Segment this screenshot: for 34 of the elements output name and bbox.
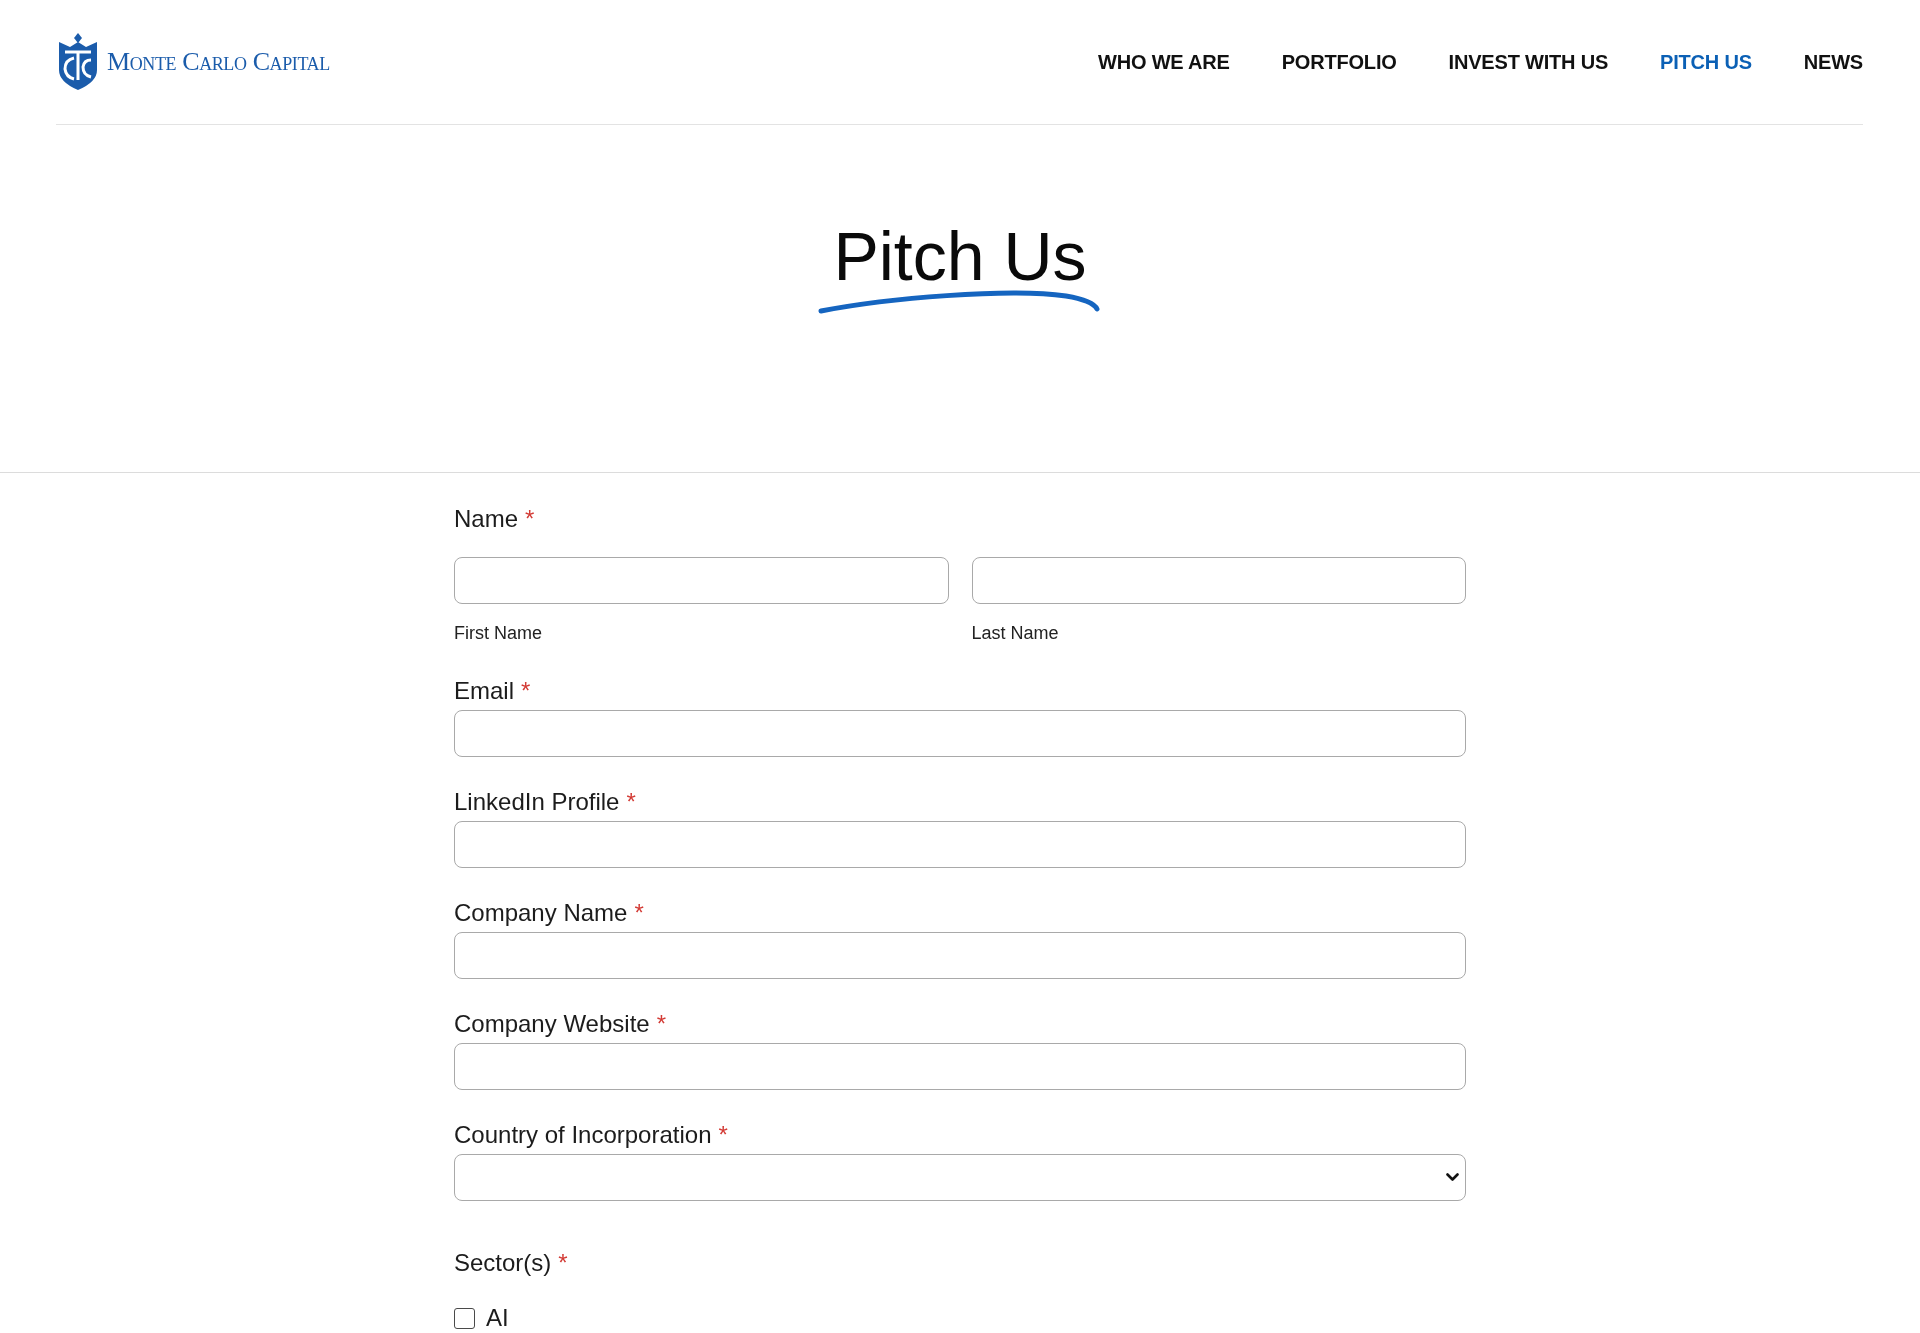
logo-icon[interactable] <box>56 33 100 91</box>
field-label: Company Website <box>454 1009 650 1039</box>
nav-link[interactable]: PITCH US <box>1660 49 1752 75</box>
dropdown-field[interactable] <box>454 1154 1466 1201</box>
field-label: Name <box>454 504 519 534</box>
checkbox[interactable] <box>454 1307 475 1329</box>
input-field[interactable] <box>454 821 1466 868</box>
field-label: Sector(s) <box>454 1248 552 1278</box>
input-field[interactable] <box>971 557 1466 604</box>
chevron-down-icon <box>1446 1173 1459 1182</box>
required-mark: * <box>718 1120 728 1150</box>
field-caption: Last Name <box>971 622 1059 645</box>
field-label: LinkedIn Profile <box>454 787 620 817</box>
input-field[interactable] <box>454 557 949 604</box>
input-field[interactable] <box>454 1043 1466 1090</box>
input-field[interactable] <box>454 710 1466 757</box>
required-mark: * <box>558 1248 568 1278</box>
checkbox-label: AI <box>486 1304 509 1332</box>
logo-text[interactable]: Monte Carlo Capital <box>107 47 330 77</box>
field-label: Country of Incorporation <box>454 1120 712 1150</box>
required-mark: * <box>626 787 636 817</box>
required-mark: * <box>525 504 535 534</box>
nav-link[interactable]: NEWS <box>1803 49 1863 75</box>
nav-link[interactable]: WHO WE ARE <box>1098 49 1230 75</box>
input-field[interactable] <box>454 932 1466 979</box>
required-mark: * <box>656 1009 666 1039</box>
field-label: Company Name <box>454 898 628 928</box>
page-title: Pitch Us <box>833 222 1087 290</box>
required-mark: * <box>634 898 644 928</box>
required-mark: * <box>521 676 531 706</box>
nav-link[interactable]: PORTFOLIO <box>1281 49 1397 75</box>
field-caption: First Name <box>454 622 542 645</box>
field-label: Email <box>454 676 514 706</box>
nav-link[interactable]: INVEST WITH US <box>1448 49 1609 75</box>
